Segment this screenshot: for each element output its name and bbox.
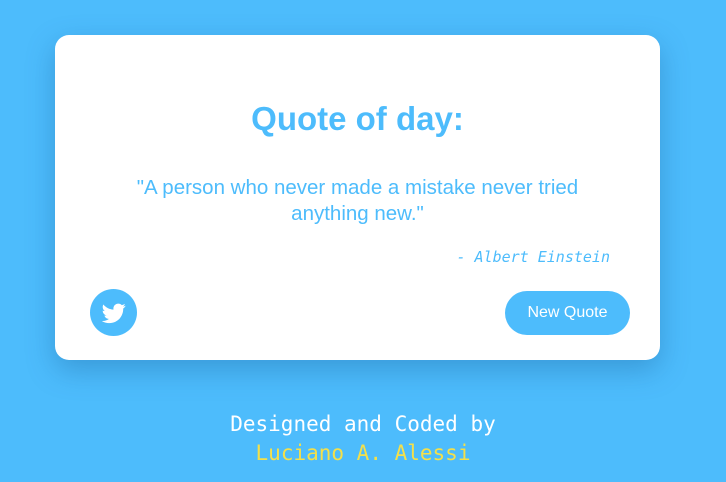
twitter-icon <box>101 301 126 325</box>
tweet-quote-button[interactable] <box>90 289 137 336</box>
new-quote-button[interactable]: New Quote <box>505 291 630 335</box>
footer-author-name: Luciano A. Alessi <box>255 441 471 465</box>
quote-card: Quote of day: "A person who never made a… <box>55 35 660 360</box>
quote-author: - Albert Einstein <box>456 248 610 266</box>
quote-text: "A person who never made a mistake never… <box>136 176 579 225</box>
footer-credit: Designed and Coded by <box>230 412 496 436</box>
quote-title: Quote of day: <box>251 100 464 137</box>
footer: Designed and Coded by Luciano A. Alessi <box>0 410 726 468</box>
